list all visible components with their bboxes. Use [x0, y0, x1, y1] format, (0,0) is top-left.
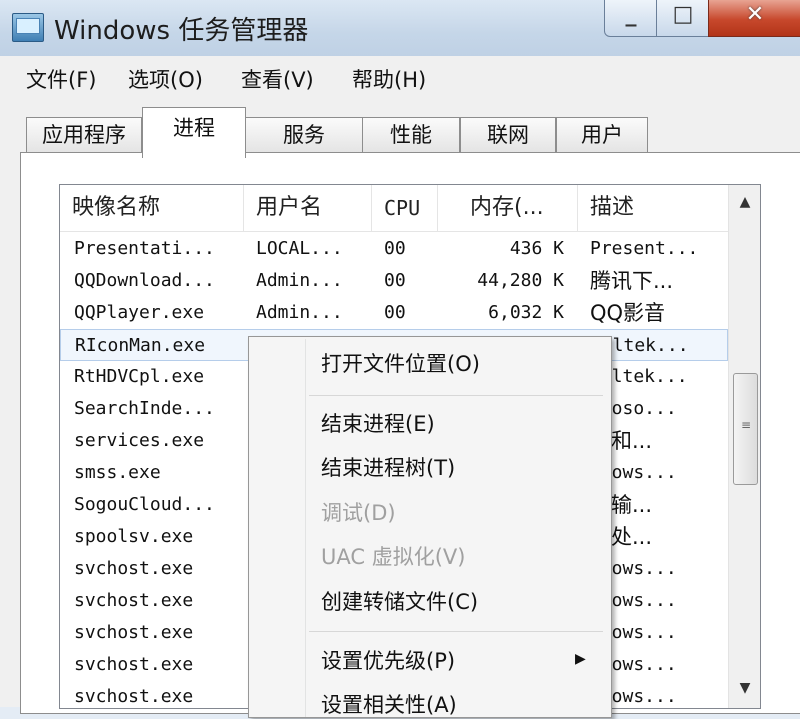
maximize-icon: □	[672, 2, 694, 27]
task-manager-icon	[12, 13, 44, 42]
menu-debug: 调试(D)	[321, 501, 396, 525]
col-memory-label: 内存(...	[470, 195, 544, 220]
tab-users[interactable]: 用户	[556, 117, 648, 154]
maximize-button[interactable]: □	[656, 0, 710, 37]
menu-end-process-tree[interactable]: 结束进程树(T)	[321, 452, 455, 482]
process-name: svchost.exe	[74, 558, 194, 579]
tab-networking[interactable]: 联网	[460, 117, 556, 154]
process-memory: 44,280 K	[477, 270, 564, 291]
tab-services[interactable]: 服务	[244, 117, 364, 154]
menu-uac-virtualization: UAC 虚拟化(V)	[321, 545, 466, 569]
tab-processes[interactable]: 进程	[142, 107, 246, 158]
process-name: svchost.exe	[74, 686, 194, 707]
process-name: QQPlayer.exe	[74, 302, 205, 323]
menu-file[interactable]: 文件(F)	[26, 64, 96, 94]
col-cpu-label: CPU	[384, 196, 421, 220]
context-menu-separator	[309, 631, 603, 632]
context-menu-gutter	[305, 339, 306, 717]
process-name: Presentati...	[74, 238, 215, 259]
menu-bar: 文件(F) 选项(O) 查看(V) 帮助(H)	[0, 56, 800, 101]
tab-applications[interactable]: 应用程序	[26, 117, 142, 154]
process-name: SogouCloud...	[74, 494, 215, 515]
process-memory: 436 K	[509, 238, 564, 259]
scroll-down-icon[interactable]: ▼	[729, 673, 760, 703]
process-name: QQDownload...	[74, 270, 215, 291]
sort-ascending-icon: ^	[146, 199, 157, 213]
process-name: smss.exe	[74, 462, 161, 483]
tab-performance[interactable]: 性能	[362, 117, 460, 154]
table-row[interactable]: QQPlayer.exe Admin... 00 6,032 K QQ影音	[60, 297, 728, 329]
process-name: spoolsv.exe	[74, 526, 194, 547]
context-menu-separator	[309, 395, 603, 396]
grip-icon: ≡	[740, 418, 751, 432]
menu-end-process[interactable]: 结束进程(E)	[321, 408, 435, 438]
table-row[interactable]: Presentati... LOCAL... 00 436 K Present...	[60, 233, 728, 265]
minimize-icon: _	[625, 2, 637, 27]
list-header: ^ 映像名称 用户名 CPU 内存(... 描述	[60, 185, 728, 232]
process-description: Present...	[590, 238, 699, 259]
process-user: Admin...	[256, 270, 343, 291]
col-image-name[interactable]: ^ 映像名称	[60, 185, 244, 231]
submenu-arrow-icon: ▶	[575, 651, 586, 667]
context-menu: 打开文件位置(O) 结束进程(E) 结束进程树(T) 调试(D) UAC 虚拟化…	[248, 336, 612, 718]
process-description: QQ影音	[590, 301, 666, 325]
menu-set-priority[interactable]: 设置优先级(P)	[321, 645, 455, 675]
close-icon: ✕	[745, 2, 765, 27]
process-user: Admin...	[256, 302, 343, 323]
process-name: svchost.exe	[74, 622, 194, 643]
menu-open-file-location[interactable]: 打开文件位置(O)	[321, 348, 480, 378]
process-cpu: 00	[384, 270, 406, 291]
menu-help[interactable]: 帮助(H)	[352, 64, 426, 94]
col-cpu[interactable]: CPU	[372, 185, 438, 231]
scroll-up-icon[interactable]: ▲	[729, 187, 760, 217]
col-memory[interactable]: 内存(...	[438, 185, 578, 231]
col-description-label: 描述	[590, 195, 635, 220]
col-user-name[interactable]: 用户名	[244, 185, 372, 231]
process-cpu: 00	[384, 302, 406, 323]
menu-view[interactable]: 查看(V)	[241, 64, 314, 94]
minimize-button[interactable]: _	[604, 0, 658, 37]
table-row[interactable]: QQDownload... Admin... 00 44,280 K 腾讯下...	[60, 265, 728, 297]
scroll-thumb[interactable]: ≡	[733, 373, 758, 485]
process-name: services.exe	[74, 430, 205, 451]
title-bar: Windows 任务管理器 _ □ ✕	[0, 0, 800, 56]
menu-options[interactable]: 选项(O)	[128, 64, 203, 94]
process-name: svchost.exe	[74, 590, 194, 611]
process-name: RIconMan.exe	[75, 335, 206, 356]
window-title: Windows 任务管理器	[54, 16, 309, 46]
process-memory: 6,032 K	[488, 302, 564, 323]
col-user-name-label: 用户名	[256, 195, 323, 220]
menu-create-dump-file[interactable]: 创建转储文件(C)	[321, 586, 478, 616]
process-cpu: 00	[384, 238, 406, 259]
menu-set-affinity[interactable]: 设置相关性(A)	[321, 689, 457, 719]
process-description: 腾讯下...	[590, 269, 674, 293]
process-name: svchost.exe	[74, 654, 194, 675]
col-description[interactable]: 描述	[578, 185, 728, 231]
process-user: LOCAL...	[256, 238, 343, 259]
vertical-scrollbar[interactable]: ▲ ≡ ▼	[728, 185, 760, 708]
process-name: RtHDVCpl.exe	[74, 366, 205, 387]
process-name: SearchInde...	[74, 398, 215, 419]
close-button[interactable]: ✕	[708, 0, 800, 37]
